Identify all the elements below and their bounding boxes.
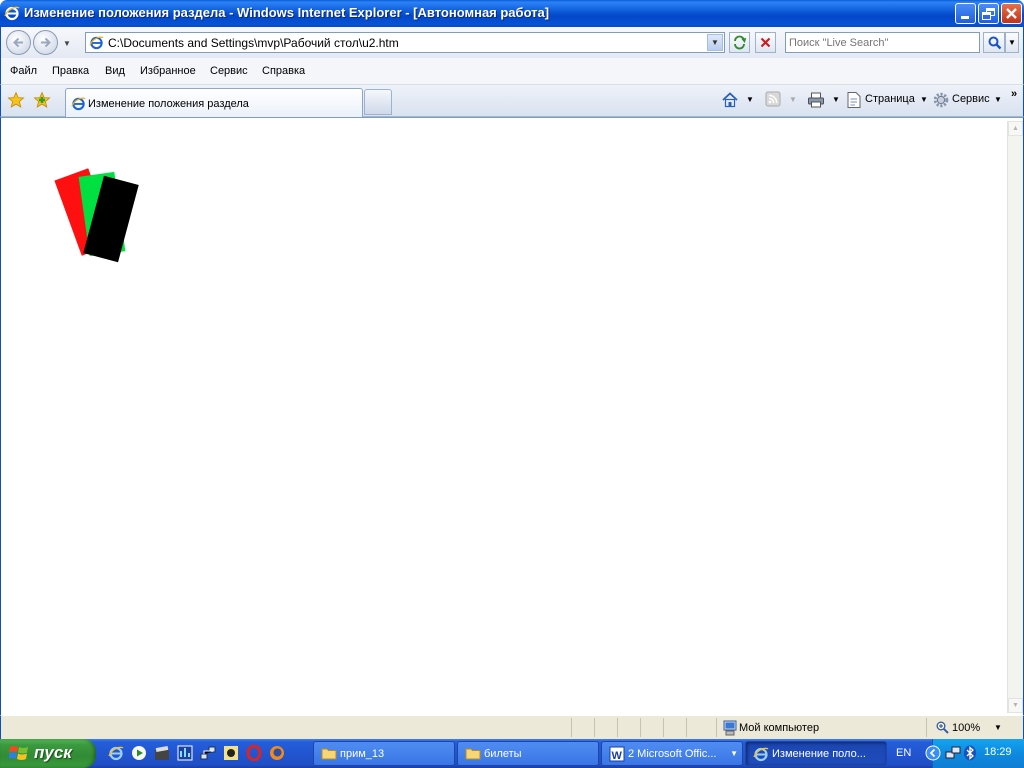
search-icon xyxy=(988,36,1002,50)
firefox-icon[interactable] xyxy=(269,745,285,761)
forward-button[interactable] xyxy=(33,30,58,55)
zoom-dropdown-icon[interactable]: ▼ xyxy=(994,723,1002,732)
menu-favorites[interactable]: Избранное xyxy=(140,65,196,77)
ie-logo-icon xyxy=(4,6,20,21)
toolbar-overflow-chevron[interactable]: » xyxy=(1011,88,1017,100)
network-icon[interactable] xyxy=(200,745,216,761)
refresh-icon xyxy=(734,35,747,50)
tools-dropdown-icon[interactable]: ▼ xyxy=(994,95,1002,104)
address-bar[interactable]: C:\Documents and Settings\mvp\Рабочий ст… xyxy=(85,32,725,53)
favorites-star-icon[interactable] xyxy=(7,91,25,109)
home-icon[interactable] xyxy=(721,91,739,109)
taskbar-button-ie[interactable]: Изменение поло... xyxy=(745,741,887,766)
word-icon: W xyxy=(609,746,625,762)
page-icon xyxy=(847,92,861,108)
close-button[interactable] xyxy=(1001,3,1022,24)
print-icon[interactable] xyxy=(807,91,825,109)
address-dropdown-icon[interactable]: ▼ xyxy=(707,34,723,51)
start-label: пуск xyxy=(34,743,72,762)
gear-icon xyxy=(933,92,949,108)
windows-logo-icon xyxy=(9,746,28,760)
back-button[interactable] xyxy=(6,30,31,55)
tab-label: Изменение положения раздела xyxy=(88,98,249,110)
taskbar-button-prim13[interactable]: прим_13 xyxy=(313,741,455,766)
taskbar-button-label: Изменение поло... xyxy=(772,748,866,760)
taskbar-button-label: билеты xyxy=(484,748,522,760)
zoom-icon xyxy=(936,721,949,734)
language-indicator[interactable]: EN xyxy=(896,747,911,759)
menu-help[interactable]: Справка xyxy=(262,65,305,77)
start-button[interactable]: пуск xyxy=(0,739,96,768)
folder-icon xyxy=(465,748,481,760)
equalizer-icon[interactable] xyxy=(177,745,193,761)
print-dropdown-icon[interactable]: ▼ xyxy=(832,95,840,104)
bluetooth-icon[interactable] xyxy=(963,745,977,761)
tray-expand-icon[interactable] xyxy=(925,745,941,761)
stop-icon xyxy=(760,37,771,48)
taskbar-button-bilety[interactable]: билеты xyxy=(457,741,599,766)
taskbar-button-word-group[interactable]: W 2 Microsoft Offic... ▼ xyxy=(601,741,743,766)
restore-button[interactable] xyxy=(978,3,999,24)
ie-icon xyxy=(753,747,769,762)
address-toolbar: ▼ C:\Documents and Settings\mvp\Рабочий … xyxy=(0,27,1024,58)
page-content[interactable] xyxy=(0,117,1024,715)
recent-pages-dropdown-icon[interactable]: ▼ xyxy=(63,39,71,48)
ie-quicklaunch-icon[interactable] xyxy=(108,745,124,761)
vertical-scrollbar[interactable]: ▲ ▼ xyxy=(1007,121,1023,713)
close-icon xyxy=(1006,8,1017,19)
search-button[interactable] xyxy=(983,32,1005,53)
refresh-button[interactable] xyxy=(729,32,750,53)
taskbar-button-label: 2 Microsoft Offic... xyxy=(628,748,717,760)
add-favorites-icon[interactable] xyxy=(33,91,51,109)
menu-edit[interactable]: Правка xyxy=(52,65,89,77)
forward-arrow-icon xyxy=(41,37,51,48)
game-icon[interactable] xyxy=(223,745,239,761)
menu-file[interactable]: Файл xyxy=(10,65,37,77)
page-menu-button[interactable]: Страница xyxy=(865,93,915,105)
new-tab-button[interactable] xyxy=(364,89,392,115)
tab-bar: Изменение положения раздела ▼ ▼ ▼ Страни… xyxy=(0,85,1024,118)
menu-view[interactable]: Вид xyxy=(105,65,125,77)
folder-icon xyxy=(321,748,337,760)
window-title: Изменение положения раздела - Windows In… xyxy=(24,5,550,20)
menu-bar: Файл Правка Вид Избранное Сервис Справка xyxy=(0,58,1024,85)
ie-page-icon xyxy=(89,36,104,50)
taskbar-button-label: прим_13 xyxy=(340,748,385,760)
search-field[interactable] xyxy=(785,32,980,53)
search-input[interactable] xyxy=(786,33,979,52)
group-dropdown-icon: ▼ xyxy=(730,749,738,758)
back-arrow-icon xyxy=(13,37,23,48)
tools-menu-button[interactable]: Сервис xyxy=(952,93,990,105)
stop-button[interactable] xyxy=(755,32,776,53)
home-dropdown-icon[interactable]: ▼ xyxy=(746,95,754,104)
clock[interactable]: 18:29 xyxy=(984,746,1012,758)
media-player-icon[interactable] xyxy=(131,745,147,761)
tab-active[interactable]: Изменение положения раздела xyxy=(65,88,363,118)
zoom-level[interactable]: 100% xyxy=(952,722,980,734)
address-url: C:\Documents and Settings\mvp\Рабочий ст… xyxy=(108,36,399,50)
title-bar[interactable]: Изменение положения раздела - Windows In… xyxy=(0,0,1024,27)
search-options-dropdown-icon[interactable]: ▼ xyxy=(1005,32,1019,53)
taskbar: пуск прим_13 билеты W 2 Microsoft Offic.… xyxy=(0,739,1024,768)
status-bar: Мой компьютер 100% ▼ xyxy=(0,715,1024,739)
menu-tools[interactable]: Сервис xyxy=(210,65,248,77)
scroll-up-arrow-icon[interactable]: ▲ xyxy=(1008,121,1023,136)
ie-tab-icon xyxy=(71,97,86,111)
network-tray-icon[interactable] xyxy=(945,745,961,761)
movie-maker-icon[interactable] xyxy=(154,745,170,761)
svg-text:W: W xyxy=(612,750,623,762)
system-tray: 18:29 xyxy=(925,739,1024,768)
minimize-button[interactable] xyxy=(955,3,976,24)
scroll-down-arrow-icon[interactable]: ▼ xyxy=(1008,698,1023,713)
page-dropdown-icon[interactable]: ▼ xyxy=(920,95,928,104)
my-computer-icon xyxy=(723,720,737,736)
security-zone-label: Мой компьютер xyxy=(739,722,820,734)
rss-feed-icon[interactable] xyxy=(765,91,781,107)
rss-dropdown-icon[interactable]: ▼ xyxy=(789,95,797,104)
opera-icon[interactable] xyxy=(246,745,262,761)
